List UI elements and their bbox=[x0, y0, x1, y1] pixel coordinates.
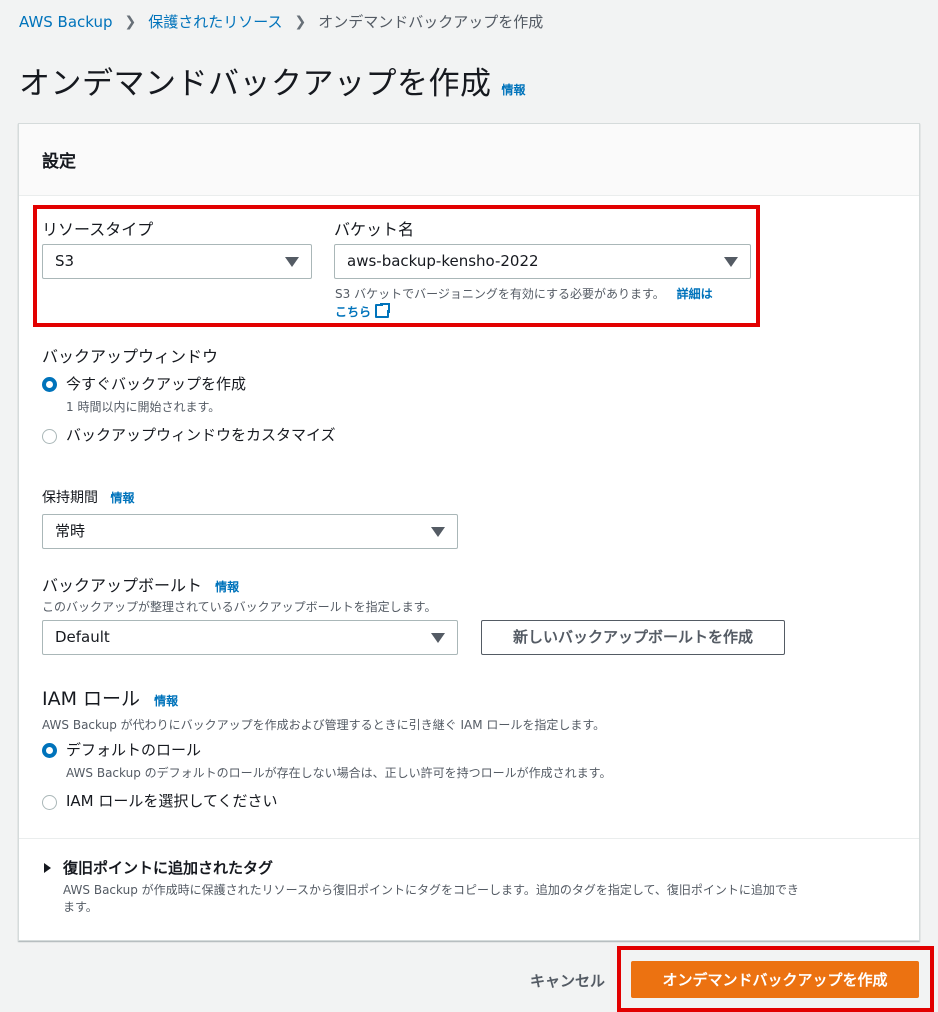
vault-label: バックアップボールト bbox=[42, 576, 203, 595]
breadcrumb-protected-resources[interactable]: 保護されたリソース bbox=[148, 12, 282, 32]
vault-select[interactable]: Default bbox=[42, 620, 458, 655]
retention-value: 常時 bbox=[55, 522, 86, 540]
settings-title: 設定 bbox=[42, 152, 76, 172]
iam-choose-label[interactable]: IAM ロールを選択してください bbox=[66, 790, 278, 811]
iam-default-label[interactable]: デフォルトのロール bbox=[66, 739, 201, 760]
radio-backup-now[interactable] bbox=[42, 377, 57, 392]
chevron-right-icon: ❯ bbox=[124, 14, 137, 30]
iam-role-label-row: IAM ロール 情報 bbox=[42, 684, 178, 711]
tags-desc: AWS Backup が作成時に保護されたリソースから復旧ポイントにタグをコピー… bbox=[63, 882, 799, 916]
caret-right-icon[interactable] bbox=[44, 863, 51, 873]
backup-window-label: バックアップウィンドウ bbox=[42, 347, 219, 366]
vault-info-link[interactable]: 情報 bbox=[215, 580, 239, 594]
radio-backup-custom[interactable] bbox=[42, 429, 57, 444]
iam-default-desc: AWS Backup のデフォルトのロールが存在しない場合は、正しい許可を持つロ… bbox=[66, 766, 612, 780]
retention-label-row: 保持期間 情報 bbox=[42, 487, 134, 507]
caret-down-icon bbox=[431, 527, 445, 537]
vault-value: Default bbox=[55, 628, 110, 646]
caret-down-icon bbox=[431, 633, 445, 643]
vault-desc: このバックアップが整理されているバックアップボールトを指定します。 bbox=[42, 600, 437, 614]
create-vault-button[interactable]: 新しいバックアップボールトを作成 bbox=[481, 620, 785, 655]
tags-desc-line1: AWS Backup が作成時に保護されたリソースから復旧ポイントにタグをコピー… bbox=[63, 883, 799, 897]
backup-now-desc: 1 時間以内に開始されます。 bbox=[66, 400, 221, 414]
radio-iam-default[interactable] bbox=[42, 743, 57, 758]
chevron-right-icon: ❯ bbox=[294, 14, 307, 30]
cancel-button[interactable]: キャンセル bbox=[520, 964, 615, 996]
page-header: オンデマンドバックアップを作成 情報 bbox=[19, 58, 526, 103]
breadcrumb-aws-backup[interactable]: AWS Backup bbox=[19, 12, 113, 32]
retention-label: 保持期間 bbox=[42, 490, 98, 506]
iam-role-label: IAM ロール bbox=[42, 688, 141, 710]
backup-now-label[interactable]: 今すぐバックアップを作成 bbox=[66, 373, 246, 394]
settings-panel-header: 設定 bbox=[19, 124, 919, 196]
breadcrumb: AWS Backup ❯ 保護されたリソース ❯ オンデマンドバックアップを作成 bbox=[19, 12, 543, 32]
retention-select[interactable]: 常時 bbox=[42, 514, 458, 549]
highlight-box-resource bbox=[33, 205, 760, 327]
page-info-link[interactable]: 情報 bbox=[502, 81, 526, 98]
tags-section-title[interactable]: 復旧ポイントに追加されたタグ bbox=[63, 857, 273, 878]
page-title: オンデマンドバックアップを作成 bbox=[19, 66, 492, 102]
iam-role-info-link[interactable]: 情報 bbox=[154, 694, 178, 708]
retention-info-link[interactable]: 情報 bbox=[110, 491, 134, 505]
highlight-box-submit bbox=[617, 946, 934, 1012]
iam-role-desc: AWS Backup が代わりにバックアップを作成および管理するときに引き継ぐ … bbox=[42, 718, 606, 732]
tags-divider bbox=[19, 838, 919, 839]
breadcrumb-current: オンデマンドバックアップを作成 bbox=[318, 13, 544, 31]
radio-iam-choose[interactable] bbox=[42, 795, 57, 810]
vault-label-row: バックアップボールト 情報 bbox=[42, 572, 239, 596]
backup-custom-label[interactable]: バックアップウィンドウをカスタマイズ bbox=[66, 424, 336, 445]
tags-desc-line2: ます。 bbox=[63, 900, 98, 914]
